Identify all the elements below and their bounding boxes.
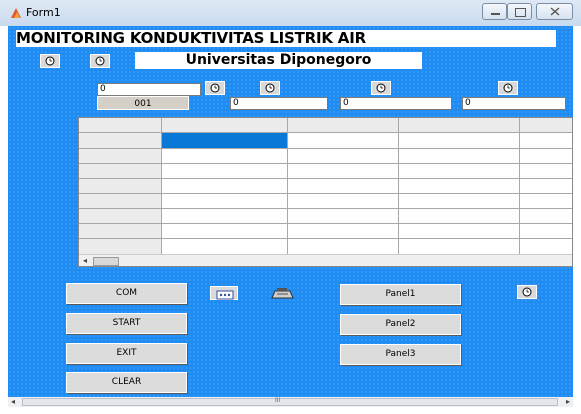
close-icon — [550, 7, 560, 16]
counter-label: 001 — [97, 96, 189, 110]
grid-horizontal-scrollbar[interactable]: ◂ — [79, 254, 572, 266]
timer-icon-6 — [498, 81, 518, 95]
app-icon — [11, 8, 21, 18]
page-title: MONITORING KONDUKTIVITAS LISTRIK AIR — [16, 30, 556, 47]
start-button[interactable]: START — [66, 313, 187, 334]
close-button[interactable] — [536, 3, 573, 20]
data-grid[interactable]: ◂ — [78, 117, 573, 267]
panel1-button[interactable]: Panel1 — [340, 284, 461, 305]
timer-icon-7 — [517, 285, 537, 299]
form-horizontal-scrollbar[interactable]: ◂ III ▸ — [8, 397, 573, 407]
clear-button[interactable]: CLEAR — [66, 372, 187, 393]
maximize-button[interactable] — [507, 3, 532, 20]
grid-scroll-thumb[interactable] — [93, 257, 119, 266]
channel-1-input[interactable]: 0 — [230, 97, 328, 110]
timer-icon-2 — [90, 54, 110, 68]
serial-port-icon — [210, 286, 238, 300]
form-scroll-right-icon[interactable]: ▸ — [566, 397, 570, 406]
timer-icon-1 — [40, 54, 60, 68]
grid-lines — [79, 118, 572, 254]
exit-button[interactable]: EXIT — [66, 343, 187, 364]
channel-3-input[interactable]: 0 — [462, 97, 566, 110]
panel2-button[interactable]: Panel2 — [340, 314, 461, 335]
timer-icon-4 — [260, 81, 280, 95]
modem-icon — [269, 285, 295, 299]
university-label: Universitas Diponegoro — [135, 52, 422, 69]
minimize-button[interactable] — [482, 3, 507, 20]
window-title: Form1 — [26, 6, 61, 19]
timer-icon-3 — [205, 81, 225, 95]
form-scroll-left-icon[interactable]: ◂ — [11, 397, 15, 406]
scroll-left-arrow-icon[interactable]: ◂ — [83, 256, 87, 265]
main-value-input[interactable]: 0 — [97, 83, 201, 96]
form-client: MONITORING KONDUKTIVITAS LISTRIK AIR Uni… — [8, 26, 573, 407]
channel-2-input[interactable]: 0 — [340, 97, 452, 110]
timer-icon-5 — [371, 81, 391, 95]
scroll-grip: III — [275, 397, 281, 404]
panel3-button[interactable]: Panel3 — [340, 344, 461, 365]
com-button[interactable]: COM — [66, 283, 187, 304]
form-scroll-thumb[interactable]: III — [22, 397, 558, 406]
title-bar: Form1 — [0, 0, 581, 26]
